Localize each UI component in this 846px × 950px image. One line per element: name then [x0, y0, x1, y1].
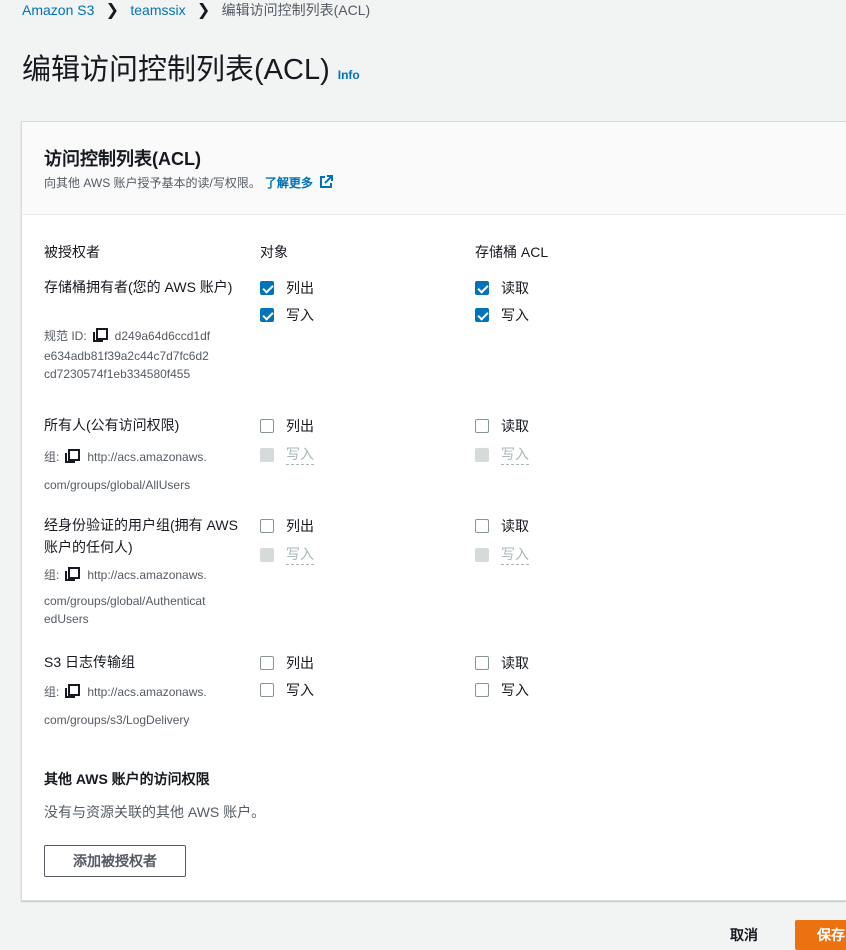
checkbox-box-disabled	[260, 547, 274, 562]
checkbox-label: 写入	[501, 544, 529, 565]
checkbox-label: 读取	[501, 280, 529, 296]
checkbox-label: 写入	[501, 682, 529, 698]
checkbox-box[interactable]	[260, 419, 274, 433]
checkbox-box[interactable]	[260, 656, 274, 670]
grantee-name: 存储桶拥有者(您的 AWS 账户)	[44, 279, 233, 295]
checkbox-label: 写入	[286, 307, 314, 323]
grantee-id-line: com/groups/s3/LogDelivery	[44, 713, 190, 727]
checkbox-logdelivery-objects-write[interactable]: 写入	[260, 680, 314, 700]
checkbox-label: 读取	[501, 418, 529, 434]
grantee-id-line: edUsers	[44, 612, 89, 626]
learn-more-link[interactable]: 了解更多	[265, 176, 313, 190]
checkbox-label: 读取	[501, 655, 529, 671]
checkbox-label: 写入	[501, 307, 529, 323]
page-title: 编辑访问控制列表(ACL) Info	[22, 50, 360, 95]
grantee-id: 规范 ID: d249a64d6ccd1df e634adb81f39a2c44c…	[44, 327, 254, 383]
grantee-id-line: com/groups/global/Authenticat	[44, 594, 206, 608]
checkbox-logdelivery-bucket-write[interactable]: 写入	[475, 680, 529, 700]
grantee-id-label: 组:	[44, 450, 60, 464]
checkbox-authenticated-objects-write: 写入	[260, 544, 314, 565]
grantee-name: 经身份验证的用户组(拥有 AWS 账户的任何人)	[44, 517, 238, 555]
checkbox-box[interactable]	[475, 308, 489, 322]
breadcrumb-link-s3[interactable]: Amazon S3	[22, 2, 94, 18]
copy-icon[interactable]	[65, 567, 81, 586]
checkbox-owner-bucket-read[interactable]: 读取	[475, 278, 529, 298]
grantee-group-uri: 组: http://acs.amazonaws. com/groups/s3/Lo…	[44, 679, 254, 733]
checkbox-everyone-bucket-read[interactable]: 读取	[475, 416, 529, 436]
checkbox-logdelivery-bucket-read[interactable]: 读取	[475, 653, 529, 673]
grantee-group-uri: 组: http://acs.amazonaws. com/groups/globa…	[44, 566, 254, 628]
checkbox-box[interactable]	[475, 656, 489, 670]
checkbox-box[interactable]	[475, 281, 489, 295]
add-grantee-button[interactable]: 添加被授权者	[44, 845, 186, 877]
checkbox-box[interactable]	[260, 281, 274, 295]
checkbox-label: 写入	[286, 444, 314, 465]
grantee-id-line: com/groups/global/AllUsers	[44, 478, 191, 492]
checkbox-label: 写入	[286, 544, 314, 565]
grantee-name: 所有人(公有访问权限)	[44, 417, 180, 433]
copy-icon[interactable]	[92, 328, 109, 347]
info-link[interactable]: Info	[338, 68, 360, 82]
checkbox-authenticated-bucket-read[interactable]: 读取	[475, 516, 529, 536]
checkbox-label: 读取	[501, 518, 529, 534]
grantee-id-label: 组:	[44, 685, 60, 699]
checkbox-box[interactable]	[475, 519, 489, 533]
breadcrumb: Amazon S3 ❯ teamssix ❯ 编辑访问控制列表(ACL)	[22, 0, 370, 20]
checkbox-owner-bucket-write[interactable]: 写入	[475, 305, 529, 325]
grantee-id-line: cd7230574f1eb334580f455	[44, 367, 191, 381]
acl-panel: 访问控制列表(ACL) 向其他 AWS 账户授予基本的读/写权限。 了解更多 被授…	[21, 121, 846, 901]
checkbox-authenticated-bucket-write: 写入	[475, 544, 529, 565]
grantee-id-line: d249a64d6ccd1df	[114, 329, 211, 343]
checkbox-label: 列出	[286, 280, 314, 296]
other-accounts-title: 其他 AWS 账户的访问权限	[44, 771, 210, 787]
cancel-button[interactable]: 取消	[730, 925, 758, 945]
checkbox-label: 写入	[286, 682, 314, 698]
grantee-id-line: http://acs.amazonaws.	[87, 685, 207, 699]
grantee-name: S3 日志传输组	[44, 654, 136, 670]
checkbox-label: 列出	[286, 418, 314, 434]
checkbox-authenticated-objects-list[interactable]: 列出	[260, 516, 314, 536]
checkbox-box[interactable]	[260, 683, 274, 697]
other-accounts-empty-text: 没有与资源关联的其他 AWS 账户。	[44, 804, 266, 820]
copy-icon[interactable]	[65, 681, 81, 707]
breadcrumb-current: 编辑访问控制列表(ACL)	[221, 2, 371, 18]
column-header-objects: 对象	[260, 244, 288, 260]
checkbox-everyone-objects-write: 写入	[260, 444, 314, 465]
checkbox-label: 列出	[286, 518, 314, 534]
breadcrumb-link-bucket[interactable]: teamssix	[130, 2, 185, 18]
checkbox-everyone-objects-list[interactable]: 列出	[260, 416, 314, 436]
checkbox-owner-objects-write[interactable]: 写入	[260, 305, 314, 325]
checkbox-owner-objects-list[interactable]: 列出	[260, 278, 314, 298]
panel-description: 向其他 AWS 账户授予基本的读/写权限。 了解更多	[44, 174, 333, 192]
save-button[interactable]: 保存	[795, 920, 846, 950]
copy-icon[interactable]	[65, 446, 81, 472]
panel-header: 访问控制列表(ACL) 向其他 AWS 账户授予基本的读/写权限。 了解更多	[22, 122, 846, 215]
panel-description-text: 向其他 AWS 账户授予基本的读/写权限。	[44, 176, 261, 190]
chevron-right-icon: ❯	[105, 2, 120, 19]
checkbox-everyone-bucket-write: 写入	[475, 444, 529, 465]
grantee-id-line: e634adb81f39a2c44c7d7fc6d2	[44, 349, 209, 363]
checkbox-box-disabled	[260, 447, 274, 462]
grantee-id-line: http://acs.amazonaws.	[87, 450, 207, 464]
checkbox-label: 列出	[286, 655, 314, 671]
column-header-grantee: 被授权者	[44, 244, 100, 260]
checkbox-box[interactable]	[260, 519, 274, 533]
checkbox-label: 写入	[501, 444, 529, 465]
checkbox-logdelivery-objects-list[interactable]: 列出	[260, 653, 314, 673]
chevron-right-icon: ❯	[196, 2, 211, 19]
grantee-id-label: 组:	[44, 568, 60, 582]
grantee-id-line: http://acs.amazonaws.	[87, 568, 207, 582]
checkbox-box-disabled	[475, 547, 489, 562]
checkbox-box-disabled	[475, 447, 489, 462]
grantee-group-uri: 组: http://acs.amazonaws. com/groups/globa…	[44, 444, 254, 498]
checkbox-box[interactable]	[260, 308, 274, 322]
grantee-id-label: 规范 ID:	[44, 329, 87, 343]
column-header-bucket-acl: 存储桶 ACL	[475, 244, 549, 260]
external-link-icon[interactable]	[319, 175, 333, 192]
checkbox-box[interactable]	[475, 419, 489, 433]
page-title-text: 编辑访问控制列表(ACL)	[22, 54, 330, 86]
checkbox-box[interactable]	[475, 683, 489, 697]
panel-title: 访问控制列表(ACL)	[44, 149, 201, 169]
